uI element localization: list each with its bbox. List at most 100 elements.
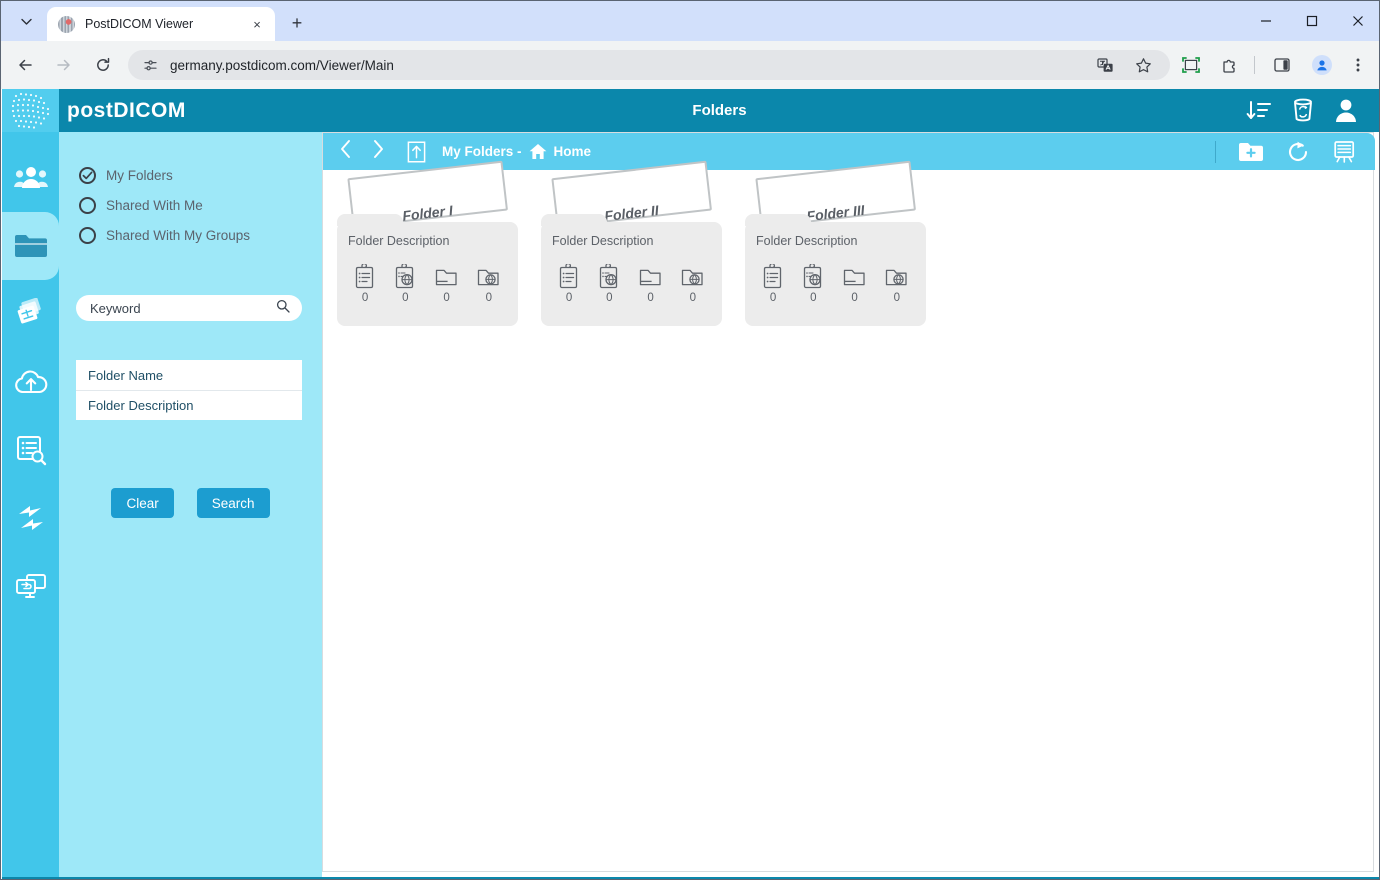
stat-count: 0 (851, 292, 857, 304)
screen-capture-icon[interactable] (1178, 52, 1204, 78)
stat-count: 0 (647, 292, 653, 304)
folder-description-field[interactable]: Folder Description (76, 390, 302, 420)
content-actions (1215, 140, 1375, 164)
home-icon[interactable] (529, 143, 547, 160)
recycle-bin-icon[interactable] (1292, 98, 1314, 123)
breadcrumb-root[interactable]: My Folders - (442, 144, 522, 159)
search-input[interactable]: Keyword (90, 301, 276, 316)
stat-subfolders[interactable]: 0 (638, 264, 663, 304)
url-text[interactable]: germany.postdicom.com/Viewer/Main (170, 58, 394, 73)
postdicom-logo-mark (2, 89, 59, 132)
folder-card[interactable]: Folder I Folder Description 0 0 (337, 178, 518, 330)
stat-count: 0 (810, 292, 816, 304)
close-icon[interactable]: × (247, 14, 267, 34)
radio-my-folders[interactable]: My Folders (79, 160, 322, 190)
sort-descending-icon[interactable] (1246, 99, 1272, 123)
folder-scope-radio-group: My Folders Shared With Me Shared With My… (59, 132, 322, 250)
application-root: postDICOM Folders (2, 89, 1380, 879)
clear-button[interactable]: Clear (111, 488, 173, 518)
stat-studies[interactable]: 0 (354, 264, 377, 304)
upload-box-icon[interactable] (407, 141, 426, 163)
side-panel-icon[interactable] (1269, 52, 1295, 78)
stat-count: 0 (402, 292, 408, 304)
globe-favicon (58, 16, 75, 33)
stat-studies[interactable]: 0 (558, 264, 581, 304)
header-actions (1246, 98, 1380, 123)
sidebar-item-worklist[interactable] (2, 416, 59, 484)
folder-card-body[interactable]: Folder Description 0 0 (745, 222, 926, 326)
sidebar-item-studies[interactable] (2, 280, 59, 348)
browser-window: PostDICOM Viewer × + (0, 0, 1380, 880)
stat-subfolders[interactable]: 0 (434, 264, 459, 304)
brand-logo-text: postDICOM (67, 99, 186, 123)
browser-tab[interactable]: PostDICOM Viewer × (47, 7, 275, 41)
content-panel: My Folders - Home (322, 132, 1374, 872)
tab-search-button[interactable] (7, 7, 45, 35)
radio-label: My Folders (106, 168, 173, 183)
translate-icon[interactable] (1092, 52, 1118, 78)
stat-shared-studies[interactable]: 0 (394, 264, 417, 304)
back-arrow-icon[interactable] (10, 50, 40, 80)
keyword-search-box[interactable]: Keyword (76, 295, 302, 321)
stat-shared-folders[interactable]: 0 (476, 264, 501, 304)
profile-avatar-icon[interactable] (1309, 52, 1335, 78)
site-settings-icon[interactable] (140, 55, 160, 75)
actions-divider (1215, 141, 1216, 163)
radio-shared-with-me[interactable]: Shared With Me (79, 190, 322, 220)
folder-card-body[interactable]: Folder Description 0 0 (541, 222, 722, 326)
folder-card-body[interactable]: Folder Description 0 0 (337, 222, 518, 326)
chevron-right-icon[interactable] (371, 139, 385, 164)
filter-actions: Clear Search (59, 488, 322, 518)
search-button[interactable]: Search (197, 488, 270, 518)
report-list-icon[interactable] (1332, 140, 1357, 164)
sidebar-item-upload[interactable] (2, 348, 59, 416)
folder-card[interactable]: Folder II Folder Description 0 0 (541, 178, 722, 330)
stat-shared-studies[interactable]: 0 (802, 264, 825, 304)
sidebar-item-remote[interactable] (2, 552, 59, 620)
folder-description: Folder Description (348, 234, 449, 248)
minimize-button[interactable] (1243, 1, 1289, 41)
folder-card[interactable]: Folder III Folder Description 0 0 (745, 178, 926, 330)
forward-arrow-icon[interactable] (49, 50, 79, 80)
stat-count: 0 (443, 292, 449, 304)
radio-unselected-icon (79, 227, 96, 244)
address-bar[interactable]: germany.postdicom.com/Viewer/Main (128, 50, 1170, 80)
stat-count: 0 (770, 292, 776, 304)
add-folder-icon[interactable] (1238, 141, 1264, 163)
stat-count: 0 (606, 292, 612, 304)
radio-shared-with-my-groups[interactable]: Shared With My Groups (79, 220, 322, 250)
chevron-left-icon[interactable] (339, 139, 353, 164)
breadcrumb-home-label[interactable]: Home (554, 144, 592, 159)
app-header: postDICOM Folders (59, 89, 1380, 132)
stat-subfolders[interactable]: 0 (842, 264, 867, 304)
sidebar-item-folders[interactable] (2, 212, 59, 280)
folder-description: Folder Description (552, 234, 653, 248)
user-account-icon[interactable] (1334, 98, 1358, 123)
maximize-button[interactable] (1289, 1, 1335, 41)
reload-icon[interactable] (88, 50, 118, 80)
stat-shared-studies[interactable]: 0 (598, 264, 621, 304)
stat-count: 0 (486, 292, 492, 304)
search-icon[interactable] (276, 299, 290, 318)
breadcrumb-nav (323, 139, 385, 164)
browser-toolbar: germany.postdicom.com/Viewer/Main (1, 41, 1380, 89)
folder-description: Folder Description (756, 234, 857, 248)
radio-unselected-icon (79, 197, 96, 214)
filter-panel: My Folders Shared With Me Shared With My… (59, 132, 322, 879)
stat-shared-folders[interactable]: 0 (884, 264, 909, 304)
stat-shared-folders[interactable]: 0 (680, 264, 705, 304)
window-bottom-strip (2, 877, 1380, 879)
filter-fields: Folder Name Folder Description (76, 360, 302, 420)
sidebar-item-sync[interactable] (2, 484, 59, 552)
extensions-puzzle-icon[interactable] (1216, 52, 1242, 78)
close-window-button[interactable] (1335, 1, 1380, 41)
stat-count: 0 (894, 292, 900, 304)
stat-studies[interactable]: 0 (762, 264, 785, 304)
folder-name-field[interactable]: Folder Name (76, 360, 302, 390)
star-icon[interactable] (1130, 52, 1156, 78)
three-dot-menu-icon[interactable] (1345, 52, 1371, 78)
refresh-icon[interactable] (1286, 140, 1310, 164)
radio-label: Shared With My Groups (106, 228, 250, 243)
new-tab-button[interactable]: + (283, 9, 311, 37)
window-controls (1243, 1, 1380, 41)
